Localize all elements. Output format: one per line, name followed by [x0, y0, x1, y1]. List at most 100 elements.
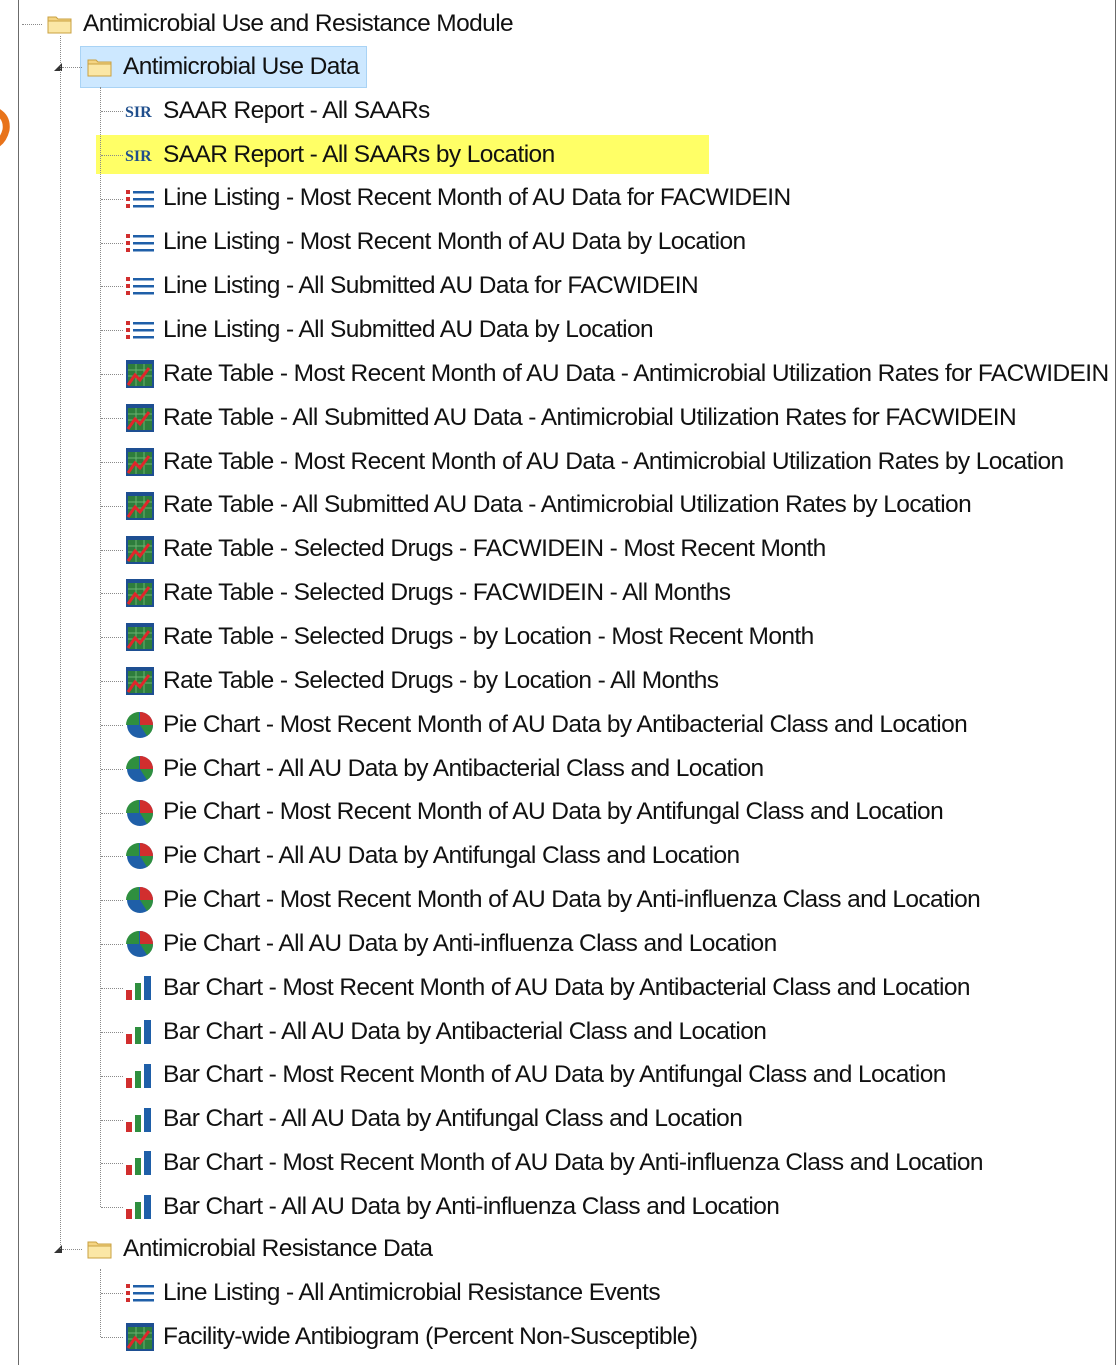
tree-node-root[interactable]: Antimicrobial Use and Resistance Module — [44, 4, 514, 44]
tree-connector — [101, 198, 123, 200]
tree-connector — [101, 900, 123, 902]
tree-item-label: Bar Chart - All AU Data by Antibacterial… — [163, 1017, 767, 1045]
tree-connector — [60, 36, 61, 1249]
tree-folder-antimicrobial-use[interactable]: Antimicrobial Use Data — [84, 47, 360, 87]
tree-connector — [101, 812, 123, 814]
tree-connector — [62, 67, 82, 68]
tree-item-report[interactable]: Rate Table - Selected Drugs - by Locatio… — [124, 617, 814, 657]
tree-item-label: Line Listing - Most Recent Month of AU D… — [163, 228, 746, 256]
tree-item-label: Bar Chart - Most Recent Month of AU Data… — [163, 1061, 946, 1089]
tree-item-report[interactable]: Pie Chart - All AU Data by Anti-influenz… — [124, 924, 777, 964]
tree-item-report[interactable]: Pie Chart - All AU Data by Antibacterial… — [124, 749, 764, 789]
tree-item-label: Rate Table - Selected Drugs - FACWIDEIN … — [163, 535, 826, 563]
tree-item-report[interactable]: SIR SAAR Report - All SAARs — [124, 91, 430, 131]
cropped-annotation-mark — [0, 100, 14, 170]
tree-connector — [101, 1207, 123, 1209]
rate-table-icon — [124, 358, 156, 390]
tree-item-label: Line Listing - All Submitted AU Data for… — [163, 272, 699, 300]
tree-item-report[interactable]: Rate Table - All Submitted AU Data - Ant… — [124, 486, 972, 526]
tree-item-label: Rate Table - Most Recent Month of AU Dat… — [163, 359, 1109, 387]
rate-table-icon — [124, 665, 156, 697]
tree-item-label: Rate Table - Most Recent Month of AU Dat… — [163, 447, 1064, 475]
tree-item-report[interactable]: Rate Table - Selected Drugs - FACWIDEIN … — [124, 530, 826, 570]
tree-connector — [101, 1293, 123, 1294]
tree-item-report[interactable]: Rate Table - Most Recent Month of AU Dat… — [124, 442, 1064, 482]
rate-table-icon — [124, 490, 156, 522]
tree-item-label: SAAR Report - All SAARs by Location — [163, 140, 555, 168]
tree-connector — [101, 374, 123, 376]
svg-text:SIR: SIR — [125, 104, 152, 121]
tree-item-report[interactable]: Pie Chart - Most Recent Month of AU Data… — [124, 880, 981, 920]
tree-item-report[interactable]: Facility-wide Antibiogram (Percent Non-S… — [124, 1317, 698, 1357]
tree-connector — [101, 417, 123, 419]
tree-connector — [101, 637, 123, 639]
tree-connector — [100, 87, 101, 1208]
tree-item-report[interactable]: Line Listing - Most Recent Month of AU D… — [124, 179, 791, 219]
tree-connector — [101, 1075, 123, 1077]
tree-item-report[interactable]: Pie Chart - All AU Data by Antifungal Cl… — [124, 836, 740, 876]
tree-connector — [100, 1269, 101, 1337]
sir-icon: SIR — [124, 139, 156, 171]
tree-item-label: Antimicrobial Resistance Data — [123, 1234, 433, 1262]
tree-item-label: Line Listing - All Antimicrobial Resista… — [163, 1278, 661, 1306]
tree-connector — [101, 593, 123, 595]
tree-folder-antimicrobial-resistance[interactable]: Antimicrobial Resistance Data — [84, 1229, 433, 1269]
tree-item-label: Rate Table - All Submitted AU Data - Ant… — [163, 403, 1017, 431]
pie-chart-icon — [124, 753, 156, 785]
rate-table-icon — [124, 402, 156, 434]
tree-item-report[interactable]: Line Listing - All Submitted AU Data by … — [124, 310, 654, 350]
svg-text:SIR: SIR — [125, 148, 152, 165]
tree-item-label: Rate Table - All Submitted AU Data - Ant… — [163, 491, 972, 519]
tree-item-report[interactable]: Line Listing - All Antimicrobial Resista… — [124, 1273, 661, 1313]
list-icon — [124, 183, 156, 215]
rate-table-icon — [124, 534, 156, 566]
bar-chart-icon — [124, 972, 156, 1004]
tree-item-report[interactable]: Rate Table - Most Recent Month of AU Dat… — [124, 354, 1109, 394]
tree-connector — [101, 461, 123, 463]
tree-connector — [101, 242, 123, 244]
tree-item-label: Antimicrobial Use and Resistance Module — [83, 9, 514, 37]
tree-connector — [101, 1119, 123, 1121]
tree-connector — [101, 724, 123, 726]
tree-connector — [101, 154, 123, 156]
tree-item-label: Pie Chart - All AU Data by Antibacterial… — [163, 754, 764, 782]
tree-item-report[interactable]: Bar Chart - All AU Data by Antibacterial… — [124, 1012, 767, 1052]
folder-icon — [84, 51, 116, 83]
list-icon — [124, 314, 156, 346]
tree-item-report[interactable]: Bar Chart - All AU Data by Anti-influenz… — [124, 1187, 780, 1227]
tree-item-report[interactable]: SIR SAAR Report - All SAARs by Location — [124, 135, 555, 175]
rate-table-icon — [124, 621, 156, 653]
sir-icon: SIR — [124, 95, 156, 127]
tree-connector — [101, 856, 123, 858]
collapse-arrow-icon[interactable] — [53, 59, 63, 71]
tree-item-report[interactable]: Rate Table - Selected Drugs - FACWIDEIN … — [124, 573, 731, 613]
tree-item-report[interactable]: Bar Chart - Most Recent Month of AU Data… — [124, 1143, 984, 1183]
bar-chart-icon — [124, 1147, 156, 1179]
tree-item-label: Facility-wide Antibiogram (Percent Non-S… — [163, 1322, 698, 1350]
tree-connector — [101, 681, 123, 683]
collapse-arrow-icon[interactable] — [53, 1241, 63, 1253]
tree-item-label: Pie Chart - Most Recent Month of AU Data… — [163, 710, 968, 738]
pie-chart-icon — [124, 797, 156, 829]
tree-item-label: Bar Chart - Most Recent Month of AU Data… — [163, 973, 970, 1001]
pie-chart-icon — [124, 884, 156, 916]
tree-item-label: Pie Chart - All AU Data by Antifungal Cl… — [163, 842, 740, 870]
tree-connector — [101, 1163, 123, 1165]
tree-connector — [101, 768, 123, 770]
tree-item-report[interactable]: Line Listing - Most Recent Month of AU D… — [124, 223, 746, 263]
tree-item-report[interactable]: Rate Table - All Submitted AU Data - Ant… — [124, 398, 1017, 438]
tree-connector — [101, 549, 123, 551]
tree-item-report[interactable]: Pie Chart - Most Recent Month of AU Data… — [124, 705, 968, 745]
rate-table-icon — [124, 446, 156, 478]
tree-item-report[interactable]: Line Listing - All Submitted AU Data for… — [124, 266, 699, 306]
folder-icon — [84, 1233, 116, 1265]
tree-item-report[interactable]: Bar Chart - Most Recent Month of AU Data… — [124, 1056, 946, 1096]
tree-item-report[interactable]: Pie Chart - Most Recent Month of AU Data… — [124, 793, 944, 833]
tree-item-label: Bar Chart - All AU Data by Anti-influenz… — [163, 1193, 780, 1220]
tree-item-label: Rate Table - Selected Drugs - by Locatio… — [163, 622, 814, 650]
bar-chart-icon — [124, 1016, 156, 1048]
tree-item-label: Pie Chart - Most Recent Month of AU Data… — [163, 798, 944, 826]
tree-item-report[interactable]: Rate Table - Selected Drugs - by Locatio… — [124, 661, 719, 701]
tree-item-report[interactable]: Bar Chart - All AU Data by Antifungal Cl… — [124, 1100, 743, 1140]
tree-item-report[interactable]: Bar Chart - Most Recent Month of AU Data… — [124, 968, 970, 1008]
